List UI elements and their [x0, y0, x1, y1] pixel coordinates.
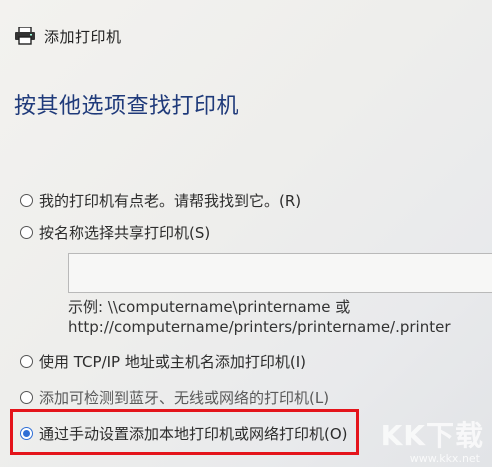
option-old-printer[interactable]: 我的打印机有点老。请帮我找到它。(R) [20, 190, 301, 211]
watermark-url: www.kkx.net [409, 452, 480, 465]
window-titlebar: 添加打印机 [14, 25, 122, 47]
option-bluetooth-wireless-network[interactable]: 添加可检测到蓝牙、无线或网络的打印机(L) [20, 387, 329, 408]
window-title: 添加打印机 [44, 27, 122, 46]
option-label: 按名称选择共享打印机(S) [39, 224, 211, 242]
option-label: 我的打印机有点老。请帮我找到它。(R) [39, 192, 302, 210]
option-tcp-ip[interactable]: 使用 TCP/IP 地址或主机名添加打印机(I) [20, 351, 306, 372]
radio-button[interactable] [20, 194, 33, 207]
printer-icon [15, 27, 35, 45]
radio-button[interactable] [20, 391, 33, 404]
example-line-1: 示例: \\computername\printername 或 [68, 298, 351, 316]
option-shared-printer-by-name[interactable]: 按名称选择共享打印机(S) [20, 222, 210, 243]
radio-button[interactable] [20, 355, 33, 368]
watermark-logo: KK下载 [380, 419, 484, 452]
shared-printer-name-input[interactable] [68, 253, 492, 293]
option-label: 使用 TCP/IP 地址或主机名添加打印机(I) [39, 353, 306, 371]
example-line-2: http://computername/printers/printername… [68, 318, 451, 336]
highlight-box [10, 409, 359, 455]
option-label: 添加可检测到蓝牙、无线或网络的打印机(L) [39, 389, 330, 407]
page-heading: 按其他选项查找打印机 [14, 94, 240, 119]
radio-button[interactable] [20, 226, 33, 239]
